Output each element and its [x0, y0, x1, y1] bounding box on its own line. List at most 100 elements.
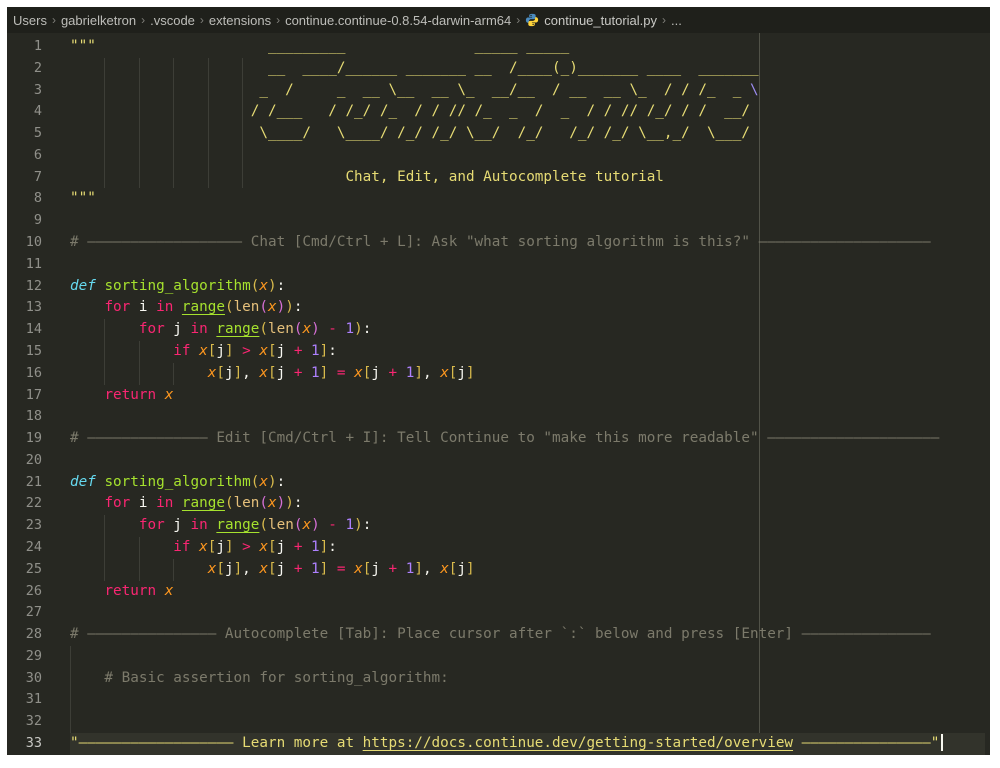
- code-line[interactable]: 3 _ / _ __ \__ __ \_ __/__ / __ __ \_ / …: [7, 79, 990, 102]
- code-line[interactable]: 21 def sorting_algorithm(x):: [7, 472, 990, 494]
- code-line[interactable]: 2 __ ____/______ _______ __ /____(_)____…: [7, 57, 990, 80]
- code-token: x: [302, 517, 312, 534]
- indent-guide: [138, 558, 140, 581]
- code-line[interactable]: 27: [7, 602, 990, 624]
- code-line[interactable]: 28 # ——————————————— Autocomplete [Tab]: …: [7, 624, 990, 646]
- code-line-content: # ——————————————— Autocomplete [Tab]: Pl…: [70, 624, 990, 646]
- code-token: (: [224, 299, 234, 316]
- code-token: sorting_algorithm: [104, 473, 251, 490]
- code-line-content: [70, 645, 990, 668]
- code-token: ]: [319, 364, 329, 381]
- line-number: 15: [25, 342, 42, 359]
- code-line[interactable]: 14 for j in range(len(x) - 1):: [7, 319, 990, 341]
- code-token: x: [440, 364, 449, 381]
- code-line[interactable]: 25 x[j], x[j + 1] = x[j + 1], x[j]: [7, 558, 990, 581]
- code-token: range: [216, 517, 260, 534]
- code-token: return: [104, 386, 157, 403]
- indent-guide: [138, 79, 140, 102]
- code-token: 1: [311, 560, 320, 577]
- code-line-content: for j in range(len(x) - 1):: [70, 319, 990, 341]
- breadcrumb-tail[interactable]: ...: [671, 13, 682, 28]
- code-line-content: \____/ \____/ /_/ /_/ \__/ /_/ /_/ /_/ \…: [70, 123, 990, 145]
- code-token: ,: [242, 364, 260, 381]
- code-line[interactable]: 6: [7, 144, 990, 167]
- breadcrumb-item[interactable]: gabrielketron: [61, 13, 136, 28]
- code-token: [: [268, 538, 277, 555]
- code-line[interactable]: 26 return x: [7, 581, 990, 603]
- code-line-content: "—————————————————— Learn more at https:…: [70, 733, 985, 755]
- code-line-content: _ / _ __ \__ __ \_ __/__ / __ __ \_ / / …: [70, 79, 990, 102]
- indent-guide: [138, 340, 140, 363]
- line-number: 5: [33, 125, 42, 142]
- code-line[interactable]: 18: [7, 406, 990, 428]
- indent-guide: [207, 79, 209, 102]
- code-token: for: [138, 321, 165, 338]
- code-token: ): [267, 473, 277, 490]
- code-line[interactable]: 17 return x: [7, 385, 990, 407]
- code-token: ]: [466, 364, 475, 381]
- indent-guide: [70, 711, 71, 733]
- line-number: 9: [33, 212, 42, 229]
- code-line[interactable]: 16 x[j], x[j + 1] = x[j + 1], x[j]: [7, 362, 990, 385]
- code-line[interactable]: 1 """ _________ _____ _____: [7, 36, 990, 58]
- code-line[interactable]: 23 for j in range(len(x) - 1):: [7, 515, 990, 537]
- line-number: 16: [25, 364, 42, 381]
- code-token: for: [104, 495, 131, 512]
- editor[interactable]: 1 """ _________ _____ _____ 2 __ ____/____…: [7, 33, 990, 755]
- indent-guide: [173, 144, 175, 167]
- code-line[interactable]: 5 \____/ \____/ /_/ /_/ \__/ /_/ /_/ /_/…: [7, 123, 990, 145]
- code-token: ]: [233, 560, 243, 577]
- line-number: 26: [25, 582, 42, 599]
- indent-guide: [242, 79, 244, 102]
- vscode-editor-window: Users › gabrielketron › .vscode › extensions › c…: [7, 7, 990, 755]
- code-token: (: [259, 517, 269, 534]
- breadcrumb-item[interactable]: Users: [13, 13, 47, 28]
- code-line[interactable]: 7 Chat, Edit, and Autocomplete tutorial: [7, 166, 990, 189]
- code-line[interactable]: 20: [7, 450, 990, 472]
- code-token: :: [328, 538, 337, 555]
- code-line[interactable]: 33 "—————————————————— Learn more at http…: [7, 733, 990, 755]
- indent-guide: [104, 166, 106, 189]
- code-line[interactable]: 31: [7, 689, 990, 712]
- code-token: :: [328, 342, 337, 359]
- code-line-content: x[j], x[j + 1] = x[j + 1], x[j]: [70, 362, 990, 385]
- indent-guide: [173, 101, 175, 124]
- breadcrumb[interactable]: Users › gabrielketron › .vscode › extensions › c…: [7, 7, 990, 33]
- code-token: (: [224, 495, 234, 512]
- code-token: in: [190, 321, 208, 338]
- code-token: j: [164, 321, 191, 338]
- code-line[interactable]: 24 if x[j] > x[j + 1]:: [7, 536, 990, 559]
- code-line-content: for i in range(len(x)):: [70, 297, 990, 319]
- code-token: range: [181, 299, 225, 316]
- code-line[interactable]: 12 def sorting_algorithm(x):: [7, 276, 990, 298]
- breadcrumb-item[interactable]: continue.continue-0.8.54-darwin-arm64: [285, 13, 511, 28]
- code-line[interactable]: 19 # —————————————— Edit [Cmd/Ctrl + I]: …: [7, 428, 990, 450]
- code-line[interactable]: 29: [7, 645, 990, 668]
- code-token: (: [259, 495, 269, 512]
- code-line[interactable]: 9: [7, 210, 990, 232]
- code-line[interactable]: 32: [7, 711, 990, 733]
- breadcrumb-separator: ›: [662, 13, 667, 27]
- breadcrumb-item[interactable]: .vscode: [150, 13, 195, 28]
- indent-guide: [104, 515, 106, 537]
- code-lines: 1 """ _________ _____ _____ 2 __ ____/____…: [7, 36, 990, 755]
- indent-guide: [173, 166, 175, 189]
- code-line[interactable]: 11: [7, 254, 990, 276]
- code-line[interactable]: 30 # Basic assertion for sorting_algorit…: [7, 667, 990, 690]
- code-token: ]: [319, 538, 329, 555]
- code-line[interactable]: 22 for i in range(len(x)):: [7, 493, 990, 515]
- breadcrumb-filename[interactable]: continue_tutorial.py: [544, 13, 657, 28]
- code-line-content: [70, 210, 990, 232]
- code-line[interactable]: 13 for i in range(len(x)):: [7, 297, 990, 319]
- breadcrumb-item[interactable]: extensions: [209, 13, 271, 28]
- code-line[interactable]: 15 if x[j] > x[j + 1]:: [7, 340, 990, 363]
- code-line[interactable]: 4 / /___ / /_/ /_ / / // /_ _ / _ / / //…: [7, 101, 990, 124]
- code-line[interactable]: 8 """: [7, 188, 990, 210]
- code-line[interactable]: 10 # —————————————————— Chat [Cmd/Ctrl + …: [7, 232, 990, 254]
